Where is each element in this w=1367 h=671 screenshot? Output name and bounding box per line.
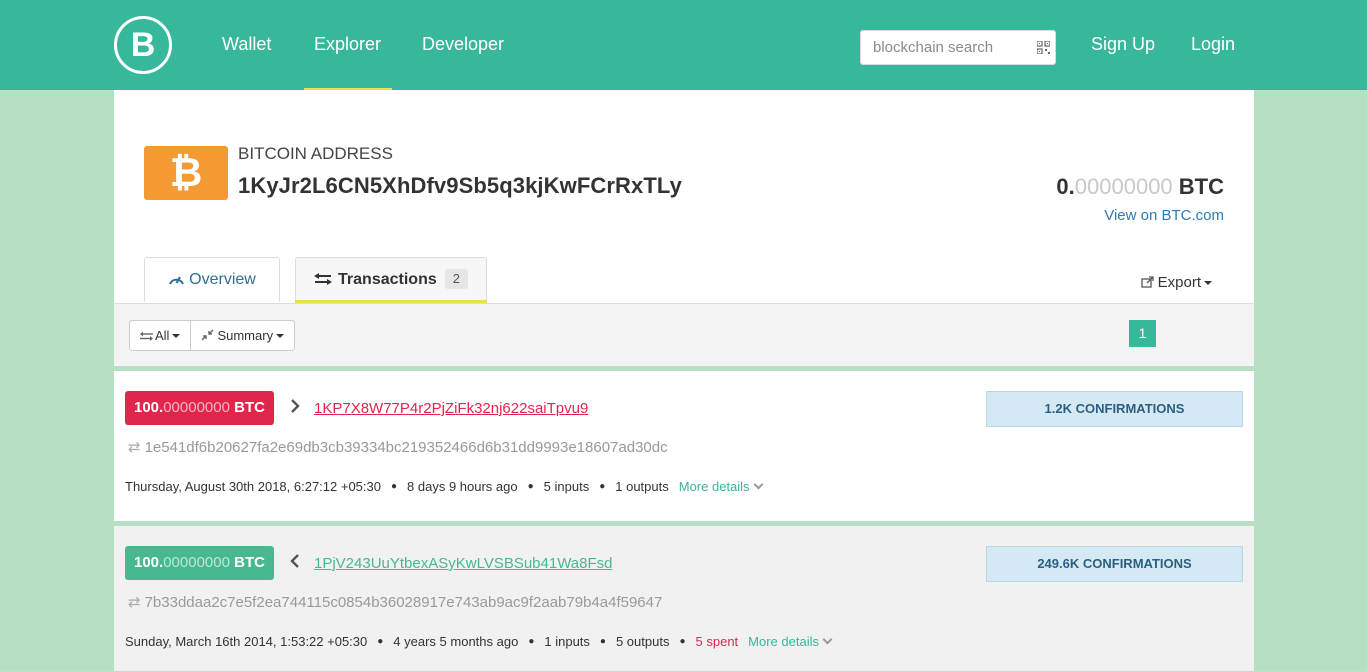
transaction-hash-value: 7b33ddaa2c7e5f2ea744115c0854b36028917e74… bbox=[144, 594, 663, 611]
separator-dot: ● bbox=[599, 481, 606, 492]
exchange-icon bbox=[140, 331, 153, 341]
view-summary-label: Summary bbox=[217, 328, 274, 343]
address-balance: 0.00000000 BTC bbox=[1056, 174, 1224, 200]
brand-logo[interactable]: B bbox=[114, 16, 172, 74]
confirmations-badge: 1.2K CONFIRMATIONS bbox=[986, 391, 1243, 427]
more-details-toggle[interactable]: More details bbox=[678, 479, 764, 494]
signup-link[interactable]: Sign Up bbox=[1091, 34, 1155, 55]
caret-down-icon bbox=[276, 334, 285, 338]
transaction-meta: Thursday, August 30th 2018, 6:27:12 +05:… bbox=[125, 479, 764, 494]
search-box bbox=[860, 30, 1056, 65]
filter-button-group: All Summary bbox=[129, 320, 296, 351]
tab-overview-label: Overview bbox=[189, 271, 256, 288]
exchange-icon: ⇄ bbox=[128, 594, 141, 611]
transaction-outputs: 5 outputs bbox=[615, 634, 670, 649]
balance-unit: BTC bbox=[1172, 174, 1224, 199]
separator-dot: ● bbox=[599, 636, 606, 647]
balance-integer: 0. bbox=[1056, 174, 1075, 199]
transaction-outputs: 1 outputs bbox=[615, 479, 669, 494]
caret-down-icon bbox=[172, 334, 181, 338]
transaction-hash-value: 1e541df6b20627fa2e69db3cb39334bc21935246… bbox=[144, 439, 668, 456]
transaction-spent: 5 spent bbox=[695, 634, 739, 649]
counterparty-address-link[interactable]: 1KP7X8W77P4r2PjZiFk32nj622saiTpvu9 bbox=[314, 400, 588, 417]
share-icon bbox=[1140, 276, 1154, 288]
separator-dot: ● bbox=[527, 481, 534, 492]
top-navbar: B Wallet Explorer Developer Sign Up Logi… bbox=[0, 0, 1367, 91]
separator-dot: ● bbox=[390, 481, 398, 492]
balance-decimals: 00000000 bbox=[1074, 174, 1173, 199]
qr-code-icon[interactable] bbox=[1037, 41, 1050, 54]
tab-overview[interactable]: Overview bbox=[144, 257, 280, 302]
transaction-inputs: 5 inputs bbox=[543, 479, 590, 494]
view-on-btc-link[interactable]: View on BTC.com bbox=[1104, 207, 1224, 224]
export-dropdown[interactable]: Export bbox=[1140, 274, 1212, 291]
amount-integer: 100. bbox=[134, 554, 164, 571]
address-value: 1KyJr2L6CN5XhDfv9Sb5q3kjKwFCrRxTLy bbox=[238, 173, 682, 198]
view-summary-button[interactable]: Summary bbox=[190, 321, 294, 350]
chevron-left-icon bbox=[290, 554, 300, 573]
separator-dot: ● bbox=[528, 636, 535, 647]
nav-developer[interactable]: Developer bbox=[422, 34, 504, 55]
export-label: Export bbox=[1157, 274, 1201, 291]
compress-icon bbox=[201, 329, 214, 341]
transaction-amount-badge: 100.00000000 BTC bbox=[125, 546, 274, 580]
speedometer-icon bbox=[169, 276, 185, 285]
caret-down-icon bbox=[1204, 281, 1212, 285]
transactions-count-badge: 2 bbox=[444, 269, 468, 289]
filter-all-button[interactable]: All bbox=[130, 321, 190, 350]
transaction-row: 100.00000000 BTC 1PjV243UuYtbexASyKwLVSB… bbox=[114, 526, 1254, 671]
separator-dot: ● bbox=[679, 636, 686, 647]
tab-transactions-label: Transactions bbox=[338, 271, 437, 288]
nav-wallet[interactable]: Wallet bbox=[222, 34, 271, 55]
address-type-label: BITCOIN ADDRESS bbox=[238, 144, 393, 163]
transaction-inputs: 1 inputs bbox=[544, 634, 590, 649]
more-details-label: More details bbox=[748, 634, 819, 649]
amount-integer: 100. bbox=[134, 399, 164, 416]
counterparty-address-link[interactable]: 1PjV243UuYtbexASyKwLVSBSub41Wa8Fsd bbox=[314, 555, 613, 572]
separator-dot: ● bbox=[377, 636, 384, 647]
pagination-page-1[interactable]: 1 bbox=[1129, 320, 1156, 347]
transaction-hash[interactable]: ⇄ 1e541df6b20627fa2e69db3cb39334bc2193524… bbox=[128, 438, 668, 456]
transaction-date: Thursday, August 30th 2018, 6:27:12 +05:… bbox=[125, 479, 381, 494]
login-link[interactable]: Login bbox=[1191, 34, 1235, 55]
transactions-toolbar: All Summary 1 bbox=[114, 303, 1254, 366]
more-details-label: More details bbox=[678, 479, 750, 494]
chevron-right-icon bbox=[290, 399, 300, 418]
transaction-row: 100.00000000 BTC 1KP7X8W77P4r2PjZiFk32nj… bbox=[114, 371, 1254, 521]
chevron-down-icon bbox=[822, 634, 833, 645]
amount-decimals: 00000000 bbox=[163, 554, 230, 571]
amount-unit: BTC bbox=[229, 399, 265, 416]
more-details-toggle[interactable]: More details bbox=[748, 634, 833, 649]
bitcoin-icon: ₿ bbox=[144, 146, 228, 200]
transaction-age: 8 days 9 hours ago bbox=[407, 479, 518, 494]
transaction-hash[interactable]: ⇄ 7b33ddaa2c7e5f2ea744115c0854b36028917e7… bbox=[128, 593, 662, 611]
logo-icon: B bbox=[130, 26, 156, 64]
filter-all-label: All bbox=[155, 328, 170, 343]
exchange-icon bbox=[314, 273, 333, 285]
address-card: ₿ BITCOIN ADDRESS 1KyJr2L6CN5XhDfv9Sb5q3… bbox=[114, 90, 1254, 366]
transaction-amount-badge: 100.00000000 BTC bbox=[125, 391, 274, 425]
amount-decimals: 00000000 bbox=[163, 399, 230, 416]
chevron-down-icon bbox=[753, 479, 764, 490]
exchange-icon: ⇄ bbox=[128, 439, 141, 456]
confirmations-badge: 249.6K CONFIRMATIONS bbox=[986, 546, 1243, 582]
transaction-meta: Sunday, March 16th 2014, 1:53:22 +05:30 … bbox=[125, 634, 833, 649]
nav-explorer[interactable]: Explorer bbox=[314, 34, 381, 55]
transaction-date: Sunday, March 16th 2014, 1:53:22 +05:30 bbox=[125, 634, 368, 649]
tab-transactions[interactable]: Transactions 2 bbox=[295, 257, 487, 302]
transaction-age: 4 years 5 months ago bbox=[393, 634, 519, 649]
amount-unit: BTC bbox=[229, 554, 265, 571]
search-input[interactable] bbox=[861, 31, 1031, 64]
